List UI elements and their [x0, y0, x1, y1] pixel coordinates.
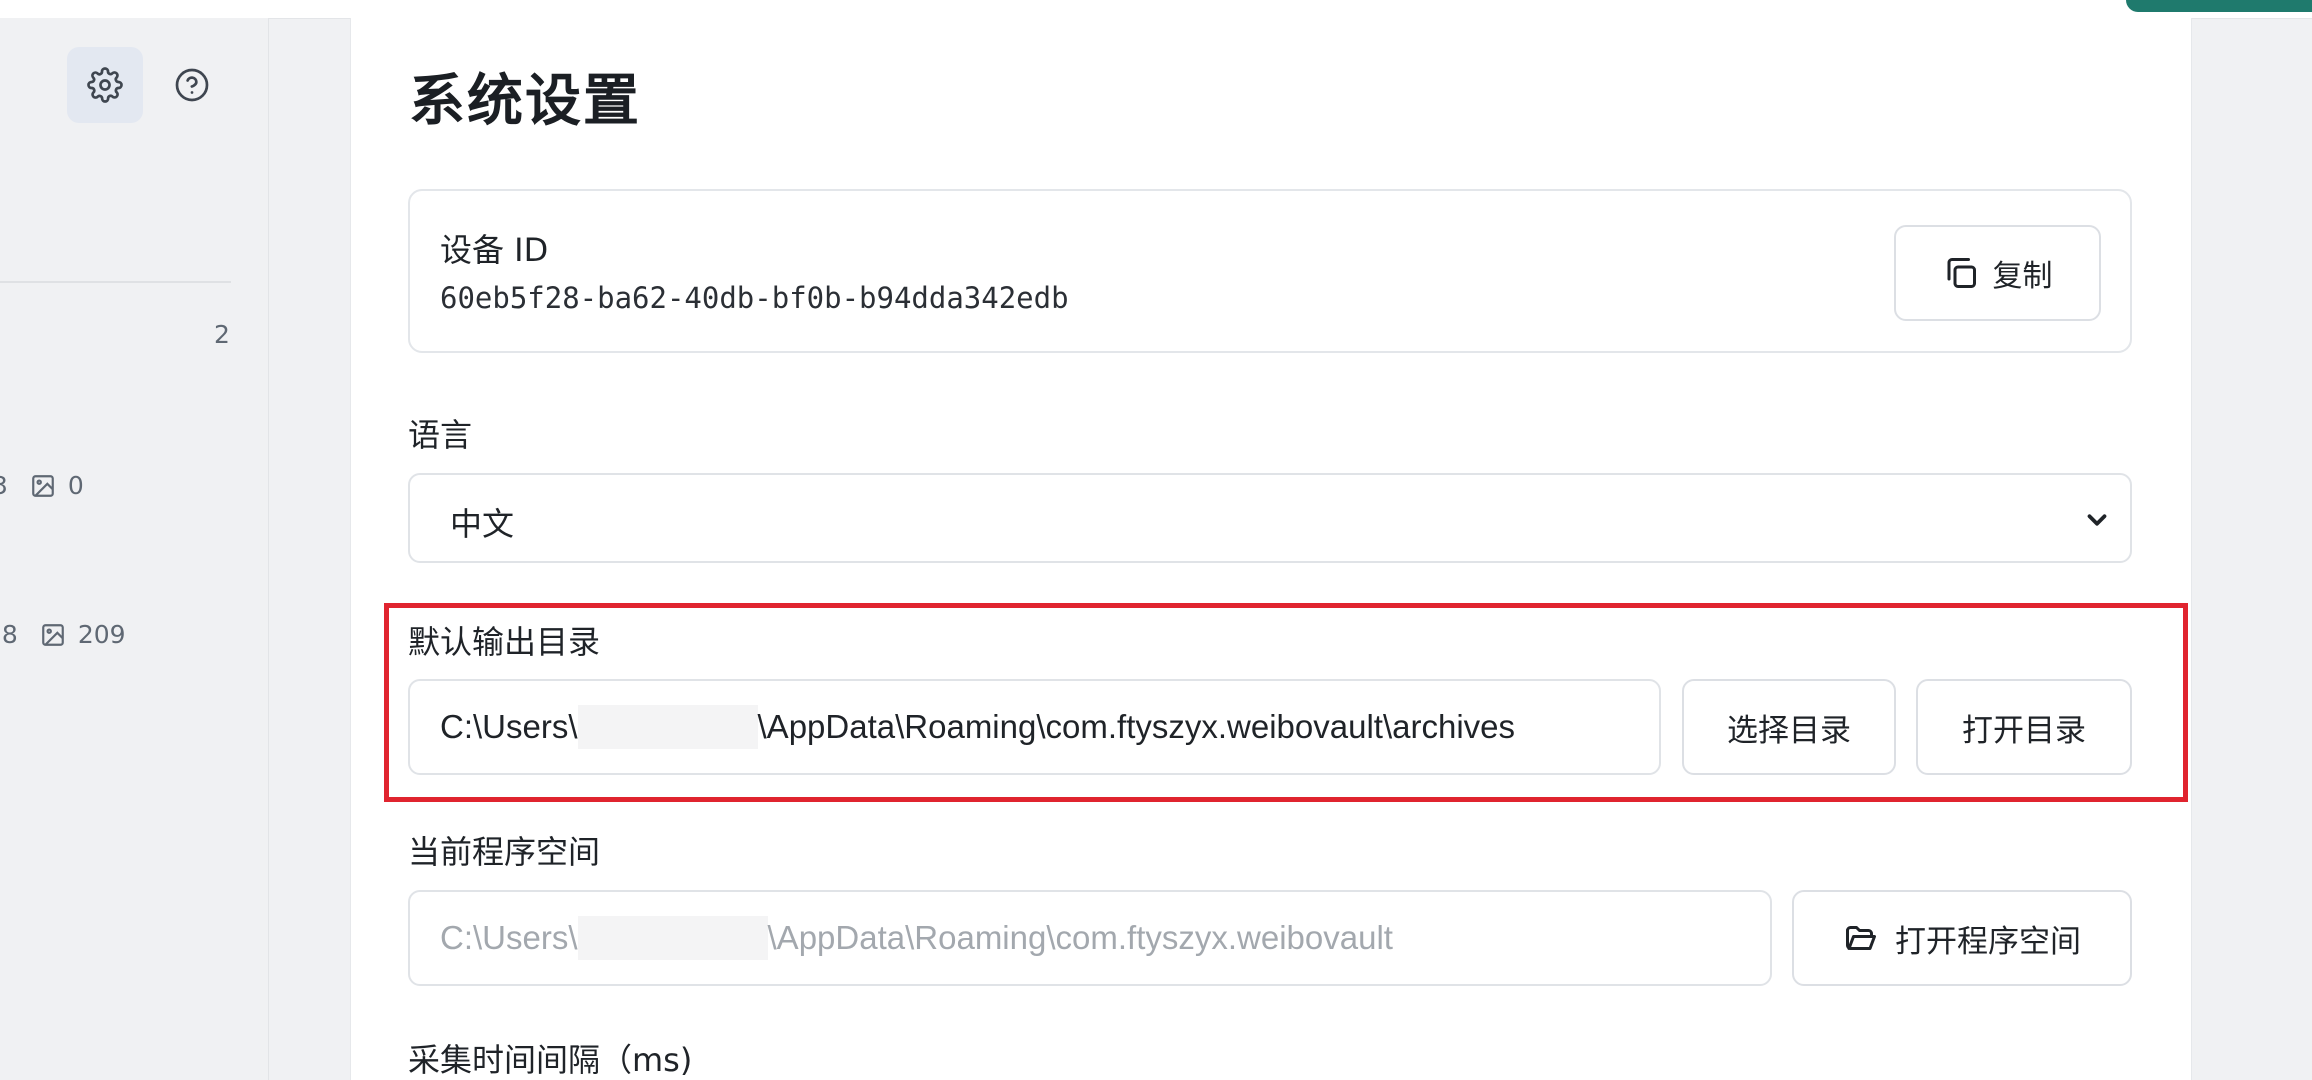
app-window: 2 3 0 58 209 系统设置 设备 ID 60eb5f28-ba62-40… [0, 0, 2312, 1080]
chevron-down-icon [2087, 514, 2107, 526]
accent-tab[interactable] [2126, 0, 2312, 12]
image-count: 209 [77, 620, 126, 649]
item-count: 2 [214, 320, 230, 349]
interval-label: 采集时间间隔（ms) [408, 1041, 693, 1079]
sidebar-divider [0, 281, 231, 283]
language-selected-value: 中文 [450, 505, 515, 543]
program-space-input[interactable]: C:\Users\ \AppData\Roaming\com.ftyszyx.w… [408, 890, 1772, 986]
program-space-label: 当前程序空间 [408, 833, 601, 871]
device-id-card: 设备 ID 60eb5f28-ba62-40db-bf0b-b94dda342e… [408, 189, 2132, 353]
language-select[interactable]: 中文 [408, 473, 2132, 563]
page-title: 系统设置 [409, 69, 641, 134]
program-space-suffix: \AppData\Roaming\com.ftyszyx.weibovault [767, 919, 1393, 956]
image-icon [32, 474, 54, 497]
device-id-label: 设备 ID [440, 231, 549, 269]
image-count: 0 [67, 471, 84, 500]
redacted-username [577, 916, 768, 960]
top-edge [0, 0, 2312, 19]
copy-icon [1947, 258, 1976, 288]
sidebar: 2 3 0 58 209 [0, 18, 269, 1080]
help-button[interactable] [154, 47, 230, 123]
gear-icon [87, 67, 123, 103]
folder-open-icon [1846, 926, 1876, 950]
highlight-frame [384, 603, 2188, 802]
language-label: 语言 [408, 416, 473, 454]
device-id-value: 60eb5f28-ba62-40db-bf0b-b94dda342edb [440, 281, 1069, 315]
question-circle-icon [175, 68, 209, 102]
copy-button-label: 复制 [1992, 259, 2053, 294]
copy-button[interactable]: 复制 [1894, 225, 2101, 321]
open-program-space-label: 打开程序空间 [1895, 923, 2081, 960]
stat-count: 3 [0, 471, 8, 500]
stat-count: 58 [0, 620, 18, 649]
settings-button[interactable] [67, 47, 143, 123]
open-program-space-button[interactable]: 打开程序空间 [1792, 890, 2132, 986]
image-icon [41, 623, 64, 646]
program-space-prefix: C:\Users\ [440, 919, 578, 956]
list-item-stats[interactable]: 58 209 [0, 620, 126, 649]
list-item-stats[interactable]: 3 0 [0, 471, 84, 500]
